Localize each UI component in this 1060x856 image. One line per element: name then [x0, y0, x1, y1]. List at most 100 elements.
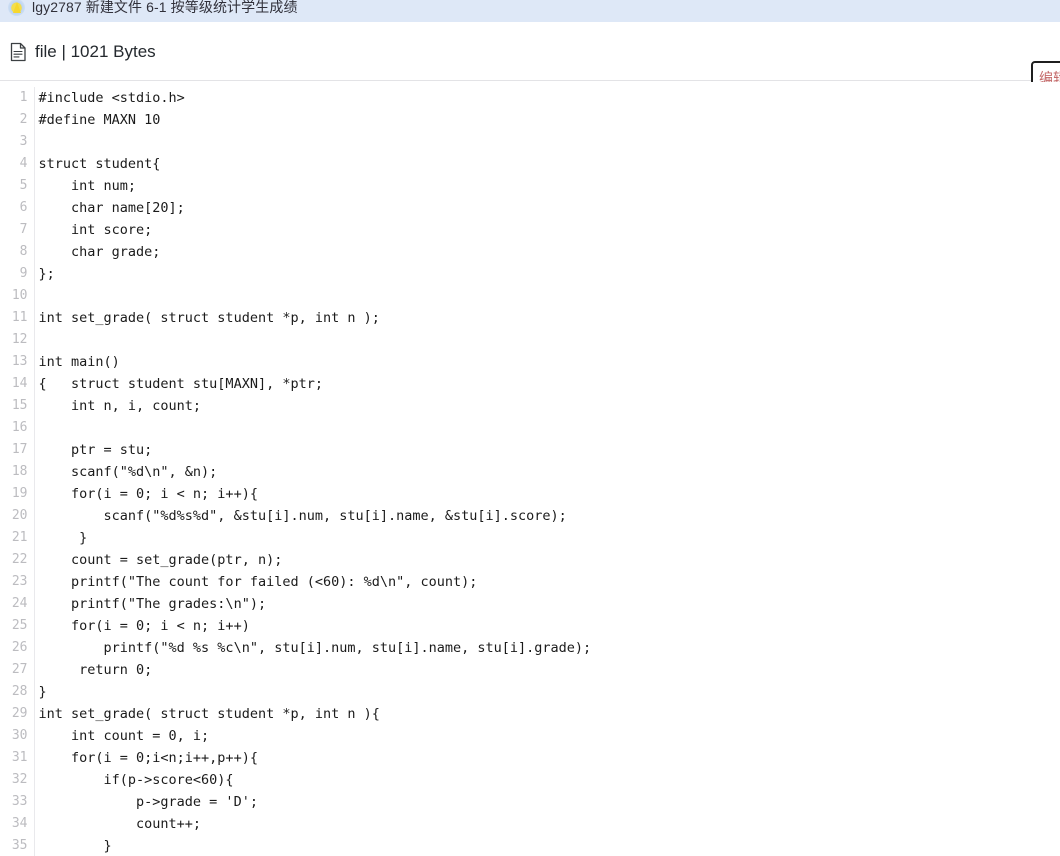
- code-line: 31 for(i = 0;i<n;i++,p++){: [0, 747, 1060, 769]
- line-content[interactable]: }: [34, 835, 1060, 856]
- line-content[interactable]: int set_grade( struct student *p, int n …: [34, 307, 1060, 329]
- line-number: 31: [0, 747, 35, 769]
- browser-tab[interactable]: lgy2787 新建文件 6-1 按等级统计学生成绩: [0, 0, 308, 22]
- line-content[interactable]: char name[20];: [34, 197, 1060, 219]
- line-number: 5: [0, 175, 35, 197]
- line-number: 26: [0, 637, 35, 659]
- line-content[interactable]: int main(): [34, 351, 1060, 373]
- line-content[interactable]: int count = 0, i;: [34, 725, 1060, 747]
- file-document-icon: [10, 42, 26, 61]
- line-number: 13: [0, 351, 35, 373]
- line-number: 2: [0, 109, 35, 131]
- line-number: 12: [0, 329, 35, 351]
- line-content[interactable]: scanf("%d\n", &n);: [34, 461, 1060, 483]
- line-number: 16: [0, 417, 35, 439]
- code-line: 24 printf("The grades:\n");: [0, 593, 1060, 615]
- line-content[interactable]: int set_grade( struct student *p, int n …: [34, 703, 1060, 725]
- line-number: 7: [0, 219, 35, 241]
- line-number: 8: [0, 241, 35, 263]
- line-number: 25: [0, 615, 35, 637]
- line-number: 3: [0, 131, 35, 153]
- line-number: 14: [0, 373, 35, 395]
- line-number: 35: [0, 835, 35, 856]
- line-number: 32: [0, 769, 35, 791]
- line-number: 20: [0, 505, 35, 527]
- line-content[interactable]: }: [34, 527, 1060, 549]
- line-content[interactable]: for(i = 0; i < n; i++): [34, 615, 1060, 637]
- line-content[interactable]: int n, i, count;: [34, 395, 1060, 417]
- code-line: 13 int main(): [0, 351, 1060, 373]
- browser-tab-title: lgy2787 新建文件 6-1 按等级统计学生成绩: [32, 0, 298, 15]
- line-number: 30: [0, 725, 35, 747]
- page-root: lgy2787 新建文件 6-1 按等级统计学生成绩 file | 1021 B…: [0, 0, 1060, 856]
- file-label: file | 1021 Bytes: [35, 41, 156, 61]
- line-number: 11: [0, 307, 35, 329]
- line-number: 15: [0, 395, 35, 417]
- line-number: 33: [0, 791, 35, 813]
- code-line: 27 return 0;: [0, 659, 1060, 681]
- line-number: 34: [0, 813, 35, 835]
- line-content[interactable]: p->grade = 'D';: [34, 791, 1060, 813]
- line-number: 10: [0, 285, 35, 307]
- code-line: 3: [0, 131, 1060, 153]
- line-number: 4: [0, 153, 35, 175]
- line-content[interactable]: ptr = stu;: [34, 439, 1060, 461]
- line-content[interactable]: char grade;: [34, 241, 1060, 263]
- line-content[interactable]: if(p->score<60){: [34, 769, 1060, 791]
- line-number: 22: [0, 549, 35, 571]
- line-number: 28: [0, 681, 35, 703]
- line-content[interactable]: [34, 285, 1060, 307]
- line-content[interactable]: for(i = 0; i < n; i++){: [34, 483, 1060, 505]
- code-line: 23 printf("The count for failed (<60): %…: [0, 571, 1060, 593]
- code-line: 34 count++;: [0, 813, 1060, 835]
- line-number: 23: [0, 571, 35, 593]
- line-number: 6: [0, 197, 35, 219]
- code-line: 5 int num;: [0, 175, 1060, 197]
- line-content[interactable]: printf("The grades:\n");: [34, 593, 1060, 615]
- code-line: 25 for(i = 0; i < n; i++): [0, 615, 1060, 637]
- code-line: 29 int set_grade( struct student *p, int …: [0, 703, 1060, 725]
- code-table: 1 #include <stdio.h> 2 #define MAXN 10 3 4st…: [0, 87, 1060, 856]
- line-content[interactable]: struct student{: [34, 153, 1060, 175]
- line-number: 9: [0, 263, 35, 285]
- line-number: 24: [0, 593, 35, 615]
- line-content[interactable]: };: [34, 263, 1060, 285]
- code-line: 11 int set_grade( struct student *p, int …: [0, 307, 1060, 329]
- line-number: 1: [0, 87, 35, 109]
- code-line: 6 char name[20];: [0, 197, 1060, 219]
- code-body: 1 #include <stdio.h> 2 #define MAXN 10 3 4st…: [0, 87, 1060, 856]
- code-line: 9};: [0, 263, 1060, 285]
- code-viewer[interactable]: 1 #include <stdio.h> 2 #define MAXN 10 3 4st…: [0, 82, 1060, 856]
- line-number: 21: [0, 527, 35, 549]
- line-content[interactable]: [34, 131, 1060, 153]
- line-content[interactable]: [34, 417, 1060, 439]
- code-line: 19 for(i = 0; i < n; i++){: [0, 483, 1060, 505]
- line-content[interactable]: for(i = 0;i<n;i++,p++){: [34, 747, 1060, 769]
- code-line: 7 int score;: [0, 219, 1060, 241]
- line-number: 27: [0, 659, 35, 681]
- code-line: 20 scanf("%d%s%d", &stu[i].num, stu[i].n…: [0, 505, 1060, 527]
- line-content[interactable]: #define MAXN 10: [34, 109, 1060, 131]
- line-content[interactable]: int score;: [34, 219, 1060, 241]
- line-content[interactable]: scanf("%d%s%d", &stu[i].num, stu[i].name…: [34, 505, 1060, 527]
- code-line: 14{ struct student stu[MAXN], *ptr;: [0, 373, 1060, 395]
- line-content[interactable]: count = set_grade(ptr, n);: [34, 549, 1060, 571]
- line-content[interactable]: [34, 329, 1060, 351]
- code-line: 10: [0, 285, 1060, 307]
- code-line: 22 count = set_grade(ptr, n);: [0, 549, 1060, 571]
- line-content[interactable]: return 0;: [34, 659, 1060, 681]
- file-header-info: file | 1021 Bytes: [10, 22, 156, 81]
- line-number: 29: [0, 703, 35, 725]
- line-content[interactable]: }: [34, 681, 1060, 703]
- code-line: 8 char grade;: [0, 241, 1060, 263]
- code-line: 33 p->grade = 'D';: [0, 791, 1060, 813]
- line-content[interactable]: printf("%d %s %c\n", stu[i].num, stu[i].…: [34, 637, 1060, 659]
- line-content[interactable]: { struct student stu[MAXN], *ptr;: [34, 373, 1060, 395]
- line-number: 17: [0, 439, 35, 461]
- line-content[interactable]: int num;: [34, 175, 1060, 197]
- line-content[interactable]: printf("The count for failed (<60): %d\n…: [34, 571, 1060, 593]
- line-content[interactable]: #include <stdio.h>: [34, 87, 1060, 109]
- line-content[interactable]: count++;: [34, 813, 1060, 835]
- code-line: 1 #include <stdio.h>: [0, 87, 1060, 109]
- code-line: 16: [0, 417, 1060, 439]
